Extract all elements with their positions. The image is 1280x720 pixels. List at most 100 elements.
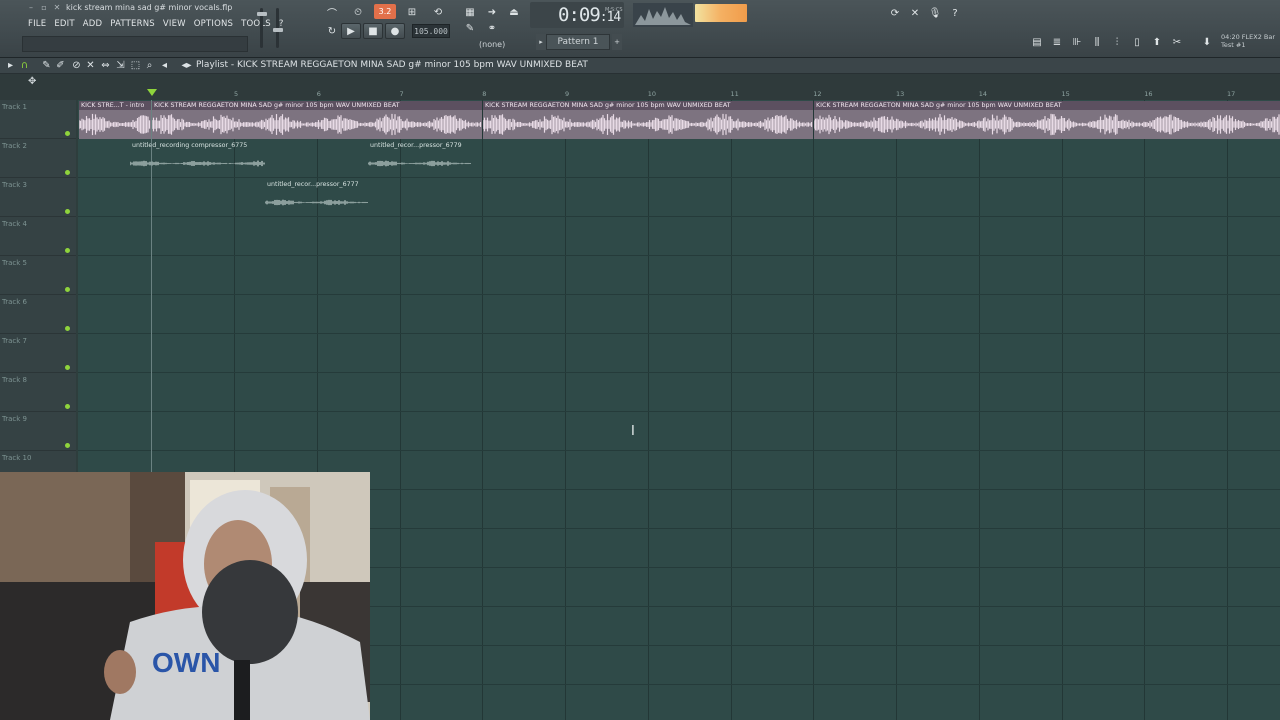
track-header[interactable]: Track 4 xyxy=(0,217,76,256)
clip-waveform xyxy=(152,110,482,139)
plugin-picker-icon[interactable]: ⬆ xyxy=(1147,34,1167,50)
step-edit-icon[interactable]: ⊞ xyxy=(402,4,422,20)
grid-bar-line xyxy=(978,100,980,720)
bell-icon[interactable]: ⏏ xyxy=(504,4,524,20)
mixer-icon[interactable]: ⫼ xyxy=(1087,34,1107,50)
track-header[interactable]: Track 2 xyxy=(0,139,76,178)
audio-clip-beat-2[interactable]: KICK STREAM REGGAETON MINA SAD g# minor … xyxy=(483,101,813,139)
ruler-bar-number: 10 xyxy=(647,90,657,98)
record-button[interactable]: ● xyxy=(385,23,405,39)
wait-record-icon[interactable]: ⏲ xyxy=(348,4,368,20)
track-header[interactable]: Track 5 xyxy=(0,256,76,295)
snap-magnet-icon[interactable]: ∩ xyxy=(18,59,31,72)
draw-tool-icon[interactable]: ✎ xyxy=(40,59,53,72)
master-volume-knob[interactable] xyxy=(257,12,267,16)
stop-button[interactable]: ■ xyxy=(363,23,383,39)
grid-lane-line xyxy=(78,294,1280,295)
menu-options[interactable]: OPTIONS xyxy=(190,18,237,32)
track-label: Track 8 xyxy=(2,376,27,384)
pattern-add-icon[interactable]: + xyxy=(612,34,622,50)
link-icon[interactable]: ⚭ xyxy=(482,20,502,36)
waveform-graphic xyxy=(152,113,482,136)
typing-keyboard-icon[interactable]: ▦ xyxy=(460,4,480,20)
slip-tool-icon[interactable]: ⇔ xyxy=(99,59,112,72)
audio-clip-vocal-6777[interactable]: untitled_recor...pressor_6777 xyxy=(265,180,369,216)
download-icon[interactable]: ⬇ xyxy=(1197,34,1217,50)
piano-roll-icon[interactable]: ⊪ xyxy=(1067,34,1087,50)
track-enable-led[interactable] xyxy=(65,131,70,136)
track-enable-led[interactable] xyxy=(65,365,70,370)
menu-add[interactable]: ADD xyxy=(79,18,107,32)
microphone-icon[interactable]: 🎙 xyxy=(925,5,945,21)
minimize-icon[interactable]: – xyxy=(26,3,36,13)
grid-lane-line xyxy=(78,177,1280,178)
play-button[interactable]: ▶ xyxy=(341,23,361,39)
grid-lane-line xyxy=(78,411,1280,412)
grid-lane-line xyxy=(78,372,1280,373)
help-icon[interactable]: ? xyxy=(945,5,965,21)
track-header[interactable]: Track 1 xyxy=(0,100,76,139)
track-label: Track 9 xyxy=(2,415,27,423)
playlist-window-icon[interactable]: ▤ xyxy=(1027,34,1047,50)
ruler-bar-number: 16 xyxy=(1144,90,1153,98)
scroll-arrows-icon[interactable]: ✥ xyxy=(28,76,36,87)
menu-edit[interactable]: EDIT xyxy=(50,18,78,32)
delete-tool-icon[interactable]: ⊘ xyxy=(70,59,83,72)
track-enable-led[interactable] xyxy=(65,287,70,292)
track-header[interactable]: Track 9 xyxy=(0,412,76,451)
audio-clip-beat-1[interactable]: KICK STREAM REGGAETON MINA SAD g# minor … xyxy=(152,101,482,139)
pen-icon[interactable]: ✎ xyxy=(460,20,480,36)
loop-record-icon[interactable]: ⟲ xyxy=(428,4,448,20)
mute-tool-icon[interactable]: ✕ xyxy=(84,59,97,72)
menu-bar: FILE EDIT ADD PATTERNS VIEW OPTIONS TOOL… xyxy=(24,18,288,32)
zoom-tool-icon[interactable]: ⌕ xyxy=(143,59,156,72)
track-header[interactable]: Track 8 xyxy=(0,373,76,412)
arrangement-arrow-icon[interactable]: ◂▸ xyxy=(180,59,193,72)
audio-clip-beat-3[interactable]: KICK STREAM REGGAETON MINA SAD g# minor … xyxy=(814,101,1280,139)
snap-selector[interactable]: (none) xyxy=(479,40,505,49)
tools-icon[interactable]: ✂ xyxy=(1167,34,1187,50)
channel-rack-icon[interactable]: ≣ xyxy=(1047,34,1067,50)
track-label: Track 4 xyxy=(2,220,27,228)
menu-tools[interactable]: TOOLS xyxy=(237,18,275,32)
master-pitch-knob[interactable] xyxy=(273,28,283,32)
arrow-right-icon[interactable]: ➜ xyxy=(482,4,502,20)
track-label: Track 2 xyxy=(2,142,27,150)
pattern-prev-icon[interactable]: ▸ xyxy=(536,34,546,50)
main-toolbar: – ▫ ✕ kick stream mina sad g# minor voca… xyxy=(0,0,1280,58)
menu-patterns[interactable]: PATTERNS xyxy=(106,18,159,32)
track-enable-led[interactable] xyxy=(65,443,70,448)
refresh-icon[interactable]: ⟳ xyxy=(885,5,905,21)
paint-tool-icon[interactable]: ✐ xyxy=(54,59,67,72)
cpu-icon[interactable]: ✕ xyxy=(905,5,925,21)
track-enable-led[interactable] xyxy=(65,209,70,214)
tempo-field[interactable]: 105.000 xyxy=(412,24,450,38)
slice-tool-icon[interactable]: ⇲ xyxy=(114,59,127,72)
maximize-icon[interactable]: ▫ xyxy=(39,3,49,13)
browser-icon[interactable]: ▯ xyxy=(1127,34,1147,50)
loop-icon[interactable]: ↻ xyxy=(322,23,342,39)
pattern-selector[interactable]: Pattern 1 xyxy=(546,34,610,50)
grid-bar-line xyxy=(565,100,566,720)
close-icon[interactable]: ✕ xyxy=(52,3,62,13)
track-header[interactable]: Track 7 xyxy=(0,334,76,373)
audio-clip-beat-intro[interactable]: KICK STRE...T - intro xyxy=(79,101,151,139)
track-header[interactable]: Track 6 xyxy=(0,295,76,334)
audio-clip-vocal-6779[interactable]: untitled_recor...pressor_6779 xyxy=(368,141,472,177)
playlist-menu-icon[interactable]: ▸ xyxy=(4,59,17,72)
grid-bar-line xyxy=(482,100,484,720)
pattern-song-mode-button[interactable]: 3.2 xyxy=(374,4,396,19)
select-tool-icon[interactable]: ⬚ xyxy=(129,59,142,72)
track-header[interactable]: Track 3 xyxy=(0,178,76,217)
menu-view[interactable]: VIEW xyxy=(159,18,190,32)
playhead-marker[interactable] xyxy=(147,89,157,96)
track-enable-led[interactable] xyxy=(65,170,70,175)
track-enable-led[interactable] xyxy=(65,326,70,331)
playback-tool-icon[interactable]: ◂ xyxy=(158,59,171,72)
track-enable-led[interactable] xyxy=(65,248,70,253)
metronome-icon[interactable]: ⌒ xyxy=(322,4,342,20)
plugin-icon[interactable]: ⫶ xyxy=(1107,34,1127,50)
menu-file[interactable]: FILE xyxy=(24,18,50,32)
track-label: Track 1 xyxy=(2,103,27,111)
track-enable-led[interactable] xyxy=(65,404,70,409)
